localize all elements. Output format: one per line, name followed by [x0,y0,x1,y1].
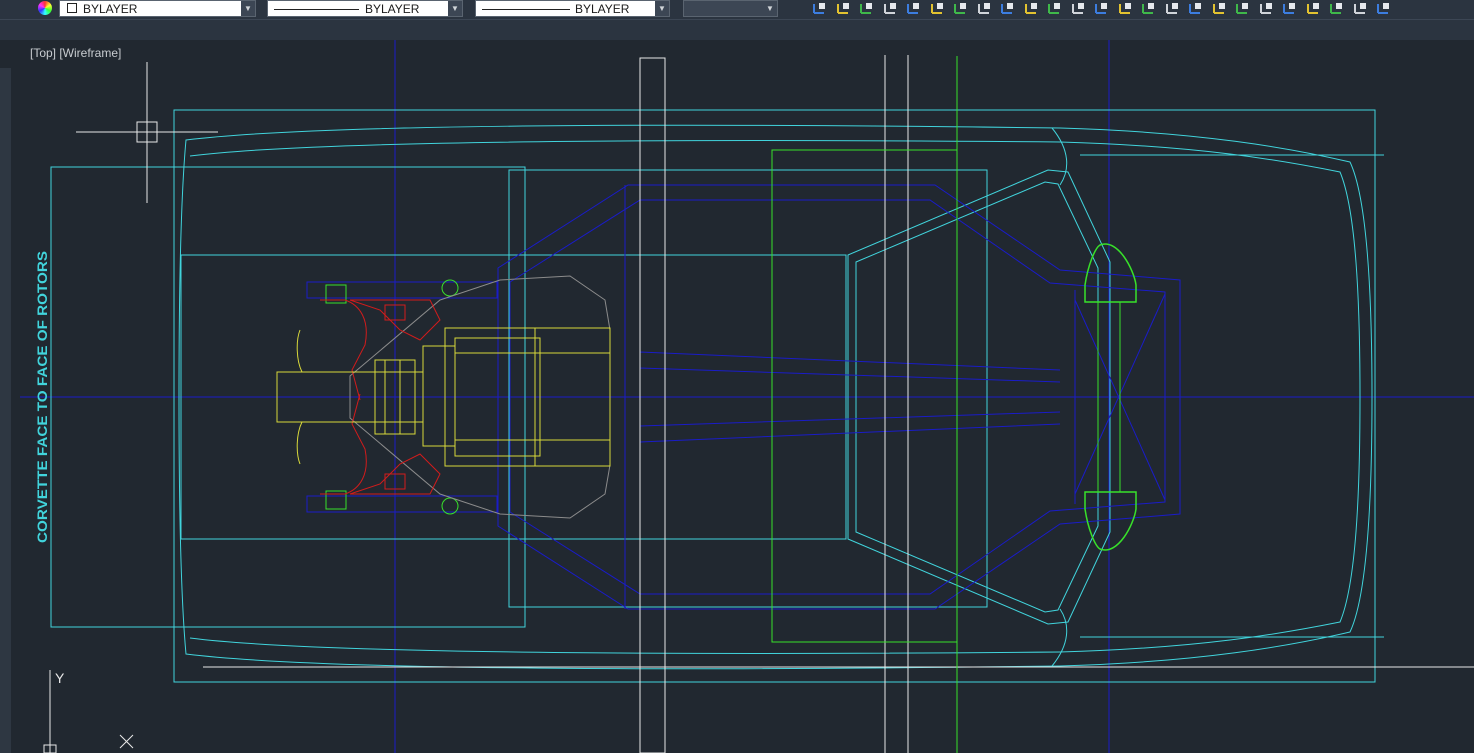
drawing-viewport[interactable]: Y CORVETTE FACE TO FACE OF ROTORS [0,0,1474,753]
rotor-annotation: CORVETTE FACE TO FACE OF ROTORS [34,251,50,543]
bellhousing [422,345,456,447]
viewport-controls-label[interactable]: [Top] [Wireframe] [30,46,121,60]
ucs-y-label: Y [55,670,65,686]
cockpit-box [771,149,958,643]
ucs-x-marker [119,734,134,749]
mid-frame-box [508,169,988,608]
body-bounding-box [173,109,1376,683]
reference-strip-left [639,57,666,753]
